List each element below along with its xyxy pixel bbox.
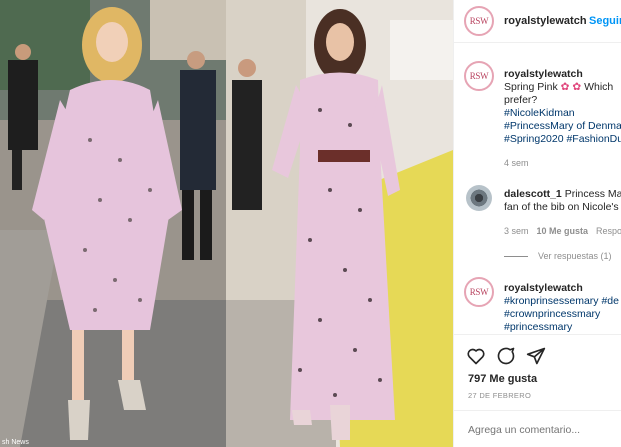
comment-username[interactable]: royalstylewatch	[504, 282, 621, 295]
caption-avatar[interactable]: RSW	[464, 61, 494, 91]
hashtag[interactable]: #crownprincessmary	[504, 308, 621, 321]
share-icon[interactable]	[526, 346, 546, 366]
commenter-avatar[interactable]: RSW	[464, 277, 494, 307]
avatar-text: RSW	[469, 287, 489, 297]
add-comment-input[interactable]	[468, 424, 618, 436]
caption-age: 4 sem	[504, 158, 529, 168]
caption-username[interactable]: royalstylewatch	[504, 68, 583, 80]
header-username[interactable]: royalstylewatch	[504, 15, 587, 27]
view-replies-label: Ver respuestas (1)	[538, 251, 612, 261]
avatar[interactable]: RSW	[464, 6, 494, 36]
avatar-text: RSW	[469, 16, 489, 26]
comment-age: 3 sem	[504, 226, 529, 236]
caption-line2: prefer?	[504, 94, 538, 106]
likes-count[interactable]: 797 Me gusta	[468, 373, 537, 385]
comment-text: dalescott_1 Princess Mary fan of the bib…	[504, 188, 621, 214]
caption-text: royalstylewatch Spring Pink ✿ ✿ Which pr…	[504, 68, 621, 146]
comment-icon[interactable]	[496, 346, 516, 366]
post-image	[0, 0, 453, 447]
hashtag[interactable]: #NicoleKidman	[504, 107, 621, 120]
replies-divider	[504, 256, 528, 258]
comment-line1: Princess Mary	[564, 188, 621, 200]
reply-button[interactable]: Respo	[596, 226, 621, 236]
post-sidebar: RSW royalstylewatch Seguir RSW royalstyl…	[453, 0, 621, 447]
comment-text: royalstylewatch #kronprinsessemary #de #…	[504, 282, 621, 334]
hashtag[interactable]: #kronprinsessemary #de	[504, 295, 621, 308]
post-header: RSW royalstylewatch Seguir	[454, 0, 621, 43]
comment-likes[interactable]: 10 Me gusta	[537, 226, 589, 236]
hashtag[interactable]: #princessmary	[504, 321, 621, 334]
hashtag[interactable]: #PrincessMary of Denma	[504, 120, 621, 133]
post-photo[interactable]: sh News	[0, 0, 453, 447]
avatar-text: RSW	[469, 71, 489, 81]
comment-meta: 3 sem 10 Me gusta Respo	[504, 226, 621, 236]
hashtag[interactable]: #Spring2020 #FashionDu	[504, 133, 621, 146]
add-comment-bar	[454, 410, 621, 447]
caption-line1: Spring Pink	[504, 81, 558, 93]
photo-credit: sh News	[2, 439, 29, 446]
flower-emoji-icon: ✿ ✿	[560, 81, 582, 93]
comment-line2: fan of the bib on Nicole's	[504, 201, 619, 213]
comment-username[interactable]: dalescott_1	[504, 188, 562, 200]
post-date: 27 DE FEBRERO	[468, 391, 532, 400]
action-bar: 797 Me gusta 27 DE FEBRERO	[454, 334, 621, 447]
follow-button[interactable]: Seguir	[589, 15, 621, 27]
heart-icon[interactable]	[466, 346, 486, 366]
commenter-avatar[interactable]	[466, 185, 492, 211]
caption-line1-after: Which	[584, 81, 614, 93]
view-replies[interactable]: Ver respuestas (1)	[504, 251, 612, 261]
